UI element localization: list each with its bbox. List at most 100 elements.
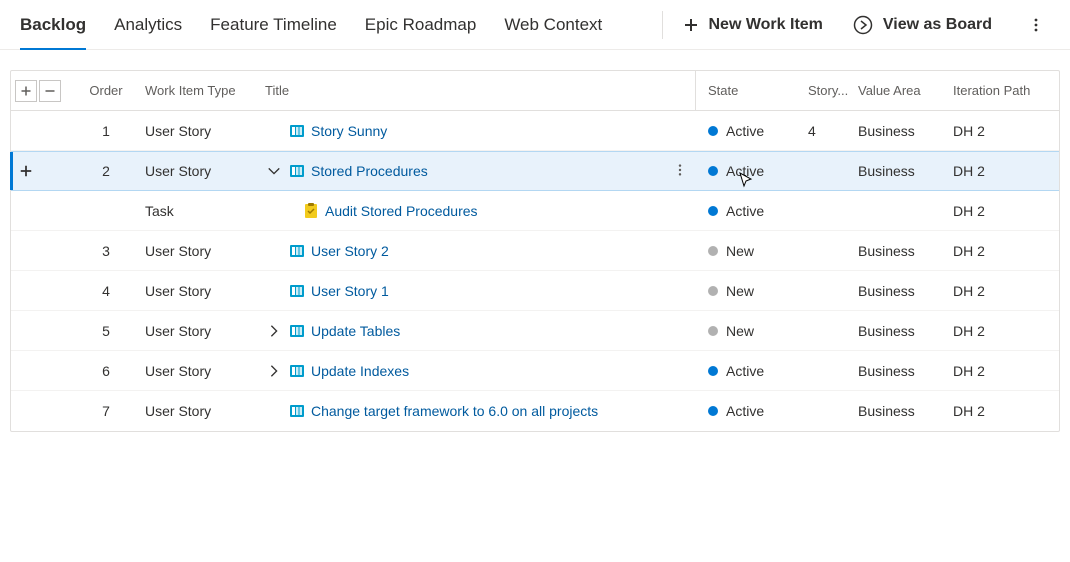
- col-header-value[interactable]: Value Area: [854, 83, 949, 98]
- more-vertical-icon: [1028, 17, 1044, 33]
- chevron-right-icon[interactable]: [265, 324, 283, 338]
- state-dot-icon: [708, 286, 718, 296]
- user-story-icon: [289, 323, 305, 339]
- row-iteration: DH 2: [949, 163, 1059, 179]
- row-value-area: Business: [854, 363, 949, 379]
- col-header-state[interactable]: State: [704, 83, 804, 98]
- row-type: User Story: [141, 323, 261, 339]
- backlog-row[interactable]: 4User Story User Story 1 New BusinessDH 2: [11, 271, 1059, 311]
- col-header-iter[interactable]: Iteration Path: [949, 83, 1059, 98]
- user-story-icon: [289, 363, 305, 379]
- row-type: User Story: [141, 283, 261, 299]
- row-order: 6: [71, 363, 141, 379]
- header-divider: [662, 11, 663, 39]
- user-story-icon: [289, 243, 305, 259]
- backlog-row[interactable]: 1User StoryStory SunnyActive4BusinessDH …: [11, 111, 1059, 151]
- row-type: Task: [141, 203, 261, 219]
- row-value-area: Business: [854, 283, 949, 299]
- backlog-row[interactable]: 7User StoryChange target framework to 6.…: [11, 391, 1059, 431]
- row-title-link[interactable]: Audit Stored Procedures: [325, 203, 478, 219]
- backlog-row[interactable]: 5User Story Update Tables New BusinessDH 2: [11, 311, 1059, 351]
- state-dot-icon: [708, 326, 718, 336]
- backlog-row[interactable]: 6User Story Update Indexes Active BusinessD…: [11, 351, 1059, 391]
- expand-all-button[interactable]: [15, 80, 37, 102]
- row-state: New: [726, 283, 754, 299]
- row-state: Active: [726, 363, 764, 379]
- board-view-icon: [853, 15, 873, 35]
- row-order: 1: [71, 123, 141, 139]
- tab-web-context[interactable]: Web Context: [504, 0, 602, 49]
- row-order: 3: [71, 243, 141, 259]
- collapse-all-button[interactable]: [39, 80, 61, 102]
- top-tabs: Backlog Analytics Feature Timeline Epic …: [20, 0, 602, 49]
- row-type: User Story: [141, 163, 261, 179]
- row-iteration: DH 2: [949, 283, 1059, 299]
- row-state: Active: [726, 203, 764, 219]
- row-value-area: Business: [854, 243, 949, 259]
- grid-header: Order Work Item Type Title State Story..…: [11, 71, 1059, 111]
- tab-backlog[interactable]: Backlog: [20, 0, 86, 49]
- backlog-row[interactable]: 3User StoryUser Story 2NewBusinessDH 2: [11, 231, 1059, 271]
- state-dot-icon: [708, 246, 718, 256]
- row-type: User Story: [141, 243, 261, 259]
- plus-icon: [20, 85, 32, 97]
- tab-feature-timeline[interactable]: Feature Timeline: [210, 0, 337, 49]
- row-title-link[interactable]: Update Tables: [311, 323, 400, 339]
- chevron-down-icon[interactable]: [265, 164, 283, 178]
- row-type: User Story: [141, 363, 261, 379]
- new-work-item-button[interactable]: New Work Item: [683, 16, 823, 34]
- row-value-area: Business: [854, 323, 949, 339]
- plus-icon: [19, 164, 33, 178]
- chevron-right-icon[interactable]: [265, 364, 283, 378]
- row-value-area: Business: [854, 163, 949, 179]
- col-header-story[interactable]: Story...: [804, 83, 854, 98]
- backlog-row[interactable]: TaskAudit Stored ProceduresActiveDH 2: [11, 191, 1059, 231]
- state-dot-icon: [708, 366, 718, 376]
- row-title-link[interactable]: Update Indexes: [311, 363, 409, 379]
- row-title-link[interactable]: User Story 2: [311, 243, 389, 259]
- row-title-link[interactable]: Story Sunny: [311, 123, 387, 139]
- row-title-link[interactable]: User Story 1: [311, 283, 389, 299]
- user-story-icon: [289, 123, 305, 139]
- user-story-icon: [289, 283, 305, 299]
- row-more-button[interactable]: [673, 163, 687, 180]
- row-order: 2: [71, 163, 141, 179]
- header-more-button[interactable]: [1022, 11, 1050, 39]
- row-iteration: DH 2: [949, 403, 1059, 419]
- row-order: 4: [71, 283, 141, 299]
- row-state: Active: [726, 123, 764, 139]
- task-icon: [303, 203, 319, 219]
- minus-icon: [44, 85, 56, 97]
- col-header-title[interactable]: Title: [261, 83, 657, 98]
- state-dot-icon: [708, 126, 718, 136]
- state-dot-icon: [708, 166, 718, 176]
- row-iteration: DH 2: [949, 363, 1059, 379]
- row-order: 7: [71, 403, 141, 419]
- row-value-area: Business: [854, 403, 949, 419]
- row-order: 5: [71, 323, 141, 339]
- row-story-points: 4: [804, 123, 854, 139]
- row-type: User Story: [141, 123, 261, 139]
- view-as-board-button[interactable]: View as Board: [853, 15, 992, 35]
- user-story-icon: [289, 163, 305, 179]
- user-story-icon: [289, 403, 305, 419]
- row-iteration: DH 2: [949, 243, 1059, 259]
- col-header-type[interactable]: Work Item Type: [141, 83, 261, 98]
- view-as-board-label: View as Board: [883, 16, 992, 34]
- more-vertical-icon: [673, 163, 687, 177]
- tab-epic-roadmap[interactable]: Epic Roadmap: [365, 0, 477, 49]
- col-header-order[interactable]: Order: [71, 83, 141, 98]
- new-work-item-label: New Work Item: [709, 16, 823, 34]
- row-state: Active: [726, 163, 764, 179]
- row-iteration: DH 2: [949, 123, 1059, 139]
- row-iteration: DH 2: [949, 323, 1059, 339]
- row-title-link[interactable]: Stored Procedures: [311, 163, 428, 179]
- state-dot-icon: [708, 206, 718, 216]
- row-state: Active: [726, 403, 764, 419]
- tab-analytics[interactable]: Analytics: [114, 0, 182, 49]
- add-child-button[interactable]: [15, 160, 37, 182]
- backlog-row[interactable]: 2User Story Stored Procedures Active Busine…: [11, 151, 1059, 191]
- row-state: New: [726, 323, 754, 339]
- plus-icon: [683, 17, 699, 33]
- row-title-link[interactable]: Change target framework to 6.0 on all pr…: [311, 403, 598, 419]
